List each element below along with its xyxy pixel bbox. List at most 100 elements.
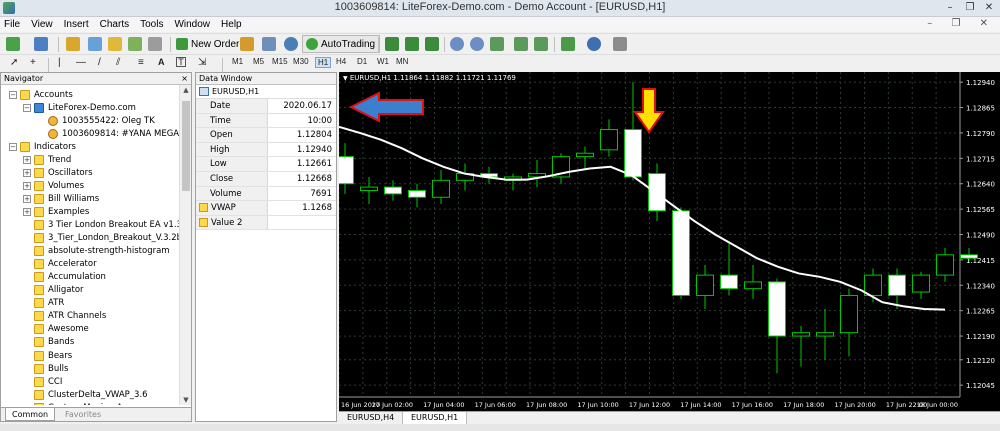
navigator-tree-item[interactable]: Bands bbox=[23, 336, 74, 349]
navigator-scrollbar[interactable]: ▲ ▼ bbox=[179, 85, 191, 405]
timeframe-h1[interactable]: H1 bbox=[315, 57, 332, 68]
timeframe-m1[interactable]: M1 bbox=[232, 57, 243, 66]
candlesticks-icon[interactable] bbox=[405, 37, 419, 51]
navigator-tree-item[interactable]: 3 Tier London Breakout EA v1.3b bbox=[23, 219, 179, 232]
navigator-icon[interactable] bbox=[108, 37, 122, 51]
menu-file[interactable]: File bbox=[4, 19, 20, 30]
expand-icon[interactable]: + bbox=[23, 207, 31, 216]
navigator-tree-item[interactable]: Alligator bbox=[23, 284, 84, 297]
data-window-row: Time 10:00 bbox=[196, 113, 336, 129]
scroll-up-icon[interactable]: ▲ bbox=[180, 86, 192, 94]
chart-shift-icon[interactable] bbox=[534, 37, 548, 51]
zoom-in-icon[interactable] bbox=[450, 37, 464, 51]
text-tool-icon[interactable]: A bbox=[158, 57, 165, 67]
terminal-icon[interactable] bbox=[128, 37, 142, 51]
new-chart-icon[interactable] bbox=[6, 37, 20, 51]
equidistant-channel-icon[interactable]: ⫽ bbox=[116, 57, 120, 68]
close-button[interactable]: ✕ bbox=[981, 1, 997, 14]
bar-chart-icon[interactable] bbox=[385, 37, 399, 51]
zoom-out-icon[interactable] bbox=[470, 37, 484, 51]
timeframe-h4[interactable]: H4 bbox=[336, 57, 346, 66]
navigator-tree-item[interactable]: + Volumes bbox=[23, 179, 84, 192]
new-order-button[interactable]: New Order bbox=[176, 36, 239, 52]
collapse-icon[interactable]: − bbox=[23, 103, 31, 112]
navigator-tree-item[interactable]: ATR Channels bbox=[23, 310, 106, 323]
line-studies-toolbar: ➚ + | — / ⫽ ≡ A T ⇲ M1 M5 M15 M30 H1 H4 … bbox=[0, 54, 1000, 73]
child-window-controls[interactable]: – ❐ ✕ bbox=[927, 18, 996, 29]
market-icon[interactable] bbox=[284, 37, 298, 51]
indicators-icon[interactable] bbox=[561, 37, 575, 51]
tab-favorites[interactable]: Favorites bbox=[59, 408, 107, 421]
menu-help[interactable]: Help bbox=[221, 19, 242, 30]
navigator-tree-item[interactable]: + Examples bbox=[23, 205, 89, 218]
profiles-icon[interactable] bbox=[34, 37, 48, 51]
chart-dropdown-icon[interactable]: ▼ bbox=[343, 75, 348, 82]
navigator-close-button[interactable]: × bbox=[181, 73, 188, 85]
expand-icon[interactable]: + bbox=[23, 168, 31, 177]
navigator-tree-item[interactable]: Custom Moving Averages bbox=[23, 401, 156, 405]
chart-canvas[interactable]: 1.12940 1.12865 1.12790 1.12715 1.12640 1.125… bbox=[339, 72, 1000, 411]
navigator-tree-item[interactable]: Awesome bbox=[23, 323, 89, 336]
navigator-tree-item[interactable]: 1003609814: #YANA MEGAR bbox=[37, 127, 179, 140]
tile-windows-icon[interactable] bbox=[490, 37, 504, 51]
crosshair-icon[interactable]: + bbox=[30, 57, 36, 68]
timeframe-w1[interactable]: W1 bbox=[377, 57, 389, 66]
arrows-icon[interactable]: ⇲ bbox=[198, 57, 206, 68]
maximize-button[interactable]: ❐ bbox=[962, 1, 978, 14]
templates-icon[interactable] bbox=[613, 37, 627, 51]
expand-icon[interactable]: + bbox=[23, 194, 31, 203]
horizontal-line-icon[interactable]: — bbox=[76, 57, 86, 68]
navigator-tree-item[interactable]: − Accounts bbox=[9, 88, 73, 101]
navigator-tree-item[interactable]: + Oscillators bbox=[23, 166, 93, 179]
menu-window[interactable]: Window bbox=[174, 19, 210, 30]
vertical-line-icon[interactable]: | bbox=[58, 57, 61, 68]
navigator-tree-item[interactable]: ATR bbox=[23, 297, 64, 310]
line-chart-icon[interactable] bbox=[425, 37, 439, 51]
navigator-tree-item[interactable]: CCI bbox=[23, 375, 62, 388]
chart-window-icon bbox=[199, 87, 209, 96]
navigator-tree-item[interactable]: Accumulation bbox=[23, 271, 106, 284]
timeframe-m5[interactable]: M5 bbox=[253, 57, 264, 66]
menu-insert[interactable]: Insert bbox=[64, 19, 89, 30]
text-label-icon[interactable]: T bbox=[176, 57, 186, 67]
scroll-down-icon[interactable]: ▼ bbox=[180, 396, 192, 404]
auto-scroll-icon[interactable] bbox=[514, 37, 528, 51]
navigator-tree-item[interactable]: + Trend bbox=[23, 153, 71, 166]
tab-common[interactable]: Common bbox=[5, 408, 56, 421]
metaeditor-icon[interactable] bbox=[240, 37, 254, 51]
navigator-tree-item[interactable]: − LiteForex-Demo.com bbox=[23, 101, 136, 114]
navigator-tree-item[interactable]: + Bill Williams bbox=[23, 192, 99, 205]
navigator-tree-item[interactable]: 3_Tier_London_Breakout_V.3.2b bbox=[23, 232, 179, 245]
navigator-tree-item[interactable]: Accelerator bbox=[23, 258, 97, 271]
navigator-tree-item[interactable]: absolute-strength-histogram bbox=[23, 245, 170, 258]
navigator-tree-item[interactable]: 1003555422: Oleg TK bbox=[37, 114, 155, 127]
collapse-icon[interactable]: − bbox=[9, 142, 17, 151]
data-window-icon[interactable] bbox=[88, 37, 102, 51]
navigator-tree-item[interactable]: Bears bbox=[23, 349, 72, 362]
navigator-tree-item[interactable]: ClusterDelta_VWAP_3.6 bbox=[23, 388, 148, 401]
fibonacci-icon[interactable]: ≡ bbox=[138, 57, 144, 68]
minimize-button[interactable]: – bbox=[942, 1, 958, 14]
timeframe-m15[interactable]: M15 bbox=[272, 57, 288, 66]
navigator-tree-item[interactable]: − Indicators bbox=[9, 140, 76, 153]
periods-icon[interactable] bbox=[587, 37, 601, 51]
market-watch-icon[interactable] bbox=[66, 37, 80, 51]
price-chart[interactable]: 1.12940 1.12865 1.12790 1.12715 1.12640 1.125… bbox=[339, 72, 1000, 411]
menu-view[interactable]: View bbox=[31, 19, 53, 30]
timeframe-m30[interactable]: M30 bbox=[293, 57, 309, 66]
menu-charts[interactable]: Charts bbox=[100, 19, 129, 30]
timeframe-mn[interactable]: MN bbox=[396, 57, 408, 66]
signals-icon[interactable] bbox=[262, 37, 276, 51]
strategy-tester-icon[interactable] bbox=[148, 37, 162, 51]
expand-icon[interactable]: + bbox=[23, 181, 31, 190]
timeframe-d1[interactable]: D1 bbox=[357, 57, 367, 66]
menu-tools[interactable]: Tools bbox=[140, 19, 163, 30]
navigator-tree-item[interactable]: Bulls bbox=[23, 362, 68, 375]
trendline-icon[interactable]: / bbox=[98, 57, 101, 68]
expand-icon[interactable]: + bbox=[23, 155, 31, 164]
collapse-icon[interactable]: − bbox=[9, 90, 17, 99]
cursor-icon[interactable]: ➚ bbox=[10, 57, 18, 68]
scrollbar-thumb[interactable] bbox=[182, 101, 190, 191]
autotrading-button[interactable]: AutoTrading bbox=[302, 35, 381, 53]
